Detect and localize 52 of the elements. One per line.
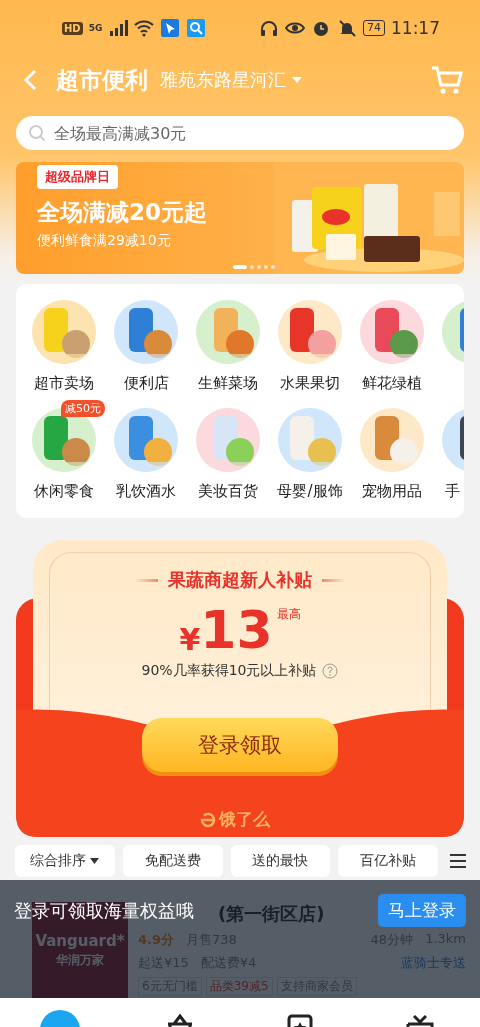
network-type: 5G bbox=[88, 23, 103, 33]
category-item[interactable]: 美妆百货 bbox=[187, 400, 269, 506]
discount-badge: 减50元 bbox=[61, 400, 105, 417]
promo-banner[interactable]: 超级品牌日 全场满减20元起 便利鲜食满29减10元 bbox=[16, 162, 464, 274]
category-item[interactable]: 生鲜菜场 bbox=[187, 292, 269, 398]
search-field[interactable]: 全场最高满减30元 bbox=[16, 116, 464, 150]
page-title: 超市便利 bbox=[56, 65, 148, 95]
filter-chip[interactable]: 送的最快 bbox=[230, 845, 331, 877]
search-app-icon bbox=[186, 19, 207, 37]
filter-chip[interactable]: 百亿补贴 bbox=[338, 845, 439, 877]
signal-icon bbox=[108, 19, 129, 37]
coupon-note: 90%几率获得10元以上补贴 bbox=[141, 662, 317, 680]
category-item[interactable]: 乳饮酒水 bbox=[105, 400, 187, 506]
menu-icon[interactable] bbox=[450, 854, 467, 868]
brand-logo-icon bbox=[199, 810, 217, 829]
currency-symbol: ¥ bbox=[179, 622, 201, 657]
caret-icon[interactable] bbox=[292, 76, 302, 84]
category-item[interactable]: 超市卖场 bbox=[23, 292, 105, 398]
carousel-dot[interactable] bbox=[250, 265, 254, 269]
hd-indicator: HD bbox=[62, 21, 83, 35]
headphones-icon bbox=[259, 19, 279, 37]
category-item[interactable]: 母婴/服饰 bbox=[269, 400, 351, 506]
help-icon[interactable] bbox=[322, 663, 339, 679]
store-rating: 4.9分 bbox=[138, 931, 175, 949]
promo-tag: 超级品牌日 bbox=[37, 165, 118, 189]
coupon-title: 果蔬商超新人补贴 bbox=[168, 568, 312, 592]
filter-chip[interactable]: 免配送费 bbox=[122, 845, 223, 877]
amount-note: 最高 bbox=[276, 606, 301, 623]
caret-icon bbox=[90, 858, 100, 864]
carousel-dot[interactable] bbox=[264, 265, 268, 269]
filter-chip[interactable]: 综合排序 bbox=[15, 845, 115, 877]
coupon-amount: 13 bbox=[200, 600, 273, 660]
login-prompt: 登录可领取海量权益哦 bbox=[14, 898, 194, 923]
category-item[interactable]: 鲜花绿植 bbox=[351, 292, 433, 398]
category-item[interactable]: 便利店 bbox=[105, 292, 187, 398]
cart-icon[interactable] bbox=[430, 65, 464, 95]
category-item[interactable]: 减50元 休闲零食 bbox=[23, 400, 105, 506]
navigation-app-icon bbox=[160, 19, 181, 37]
clock: 11:17 bbox=[391, 18, 440, 38]
banner-headline: 全场满减20元起 bbox=[37, 198, 207, 227]
category-item[interactable]: 水果果切 bbox=[269, 292, 351, 398]
banner-subline: 便利鲜食满29减10元 bbox=[37, 232, 171, 250]
search-icon bbox=[28, 124, 46, 142]
category-item[interactable]: 宠物用品 bbox=[351, 400, 433, 506]
category-item[interactable]: 手 bbox=[433, 400, 464, 506]
alarm-icon bbox=[311, 19, 331, 37]
carousel-dot[interactable] bbox=[257, 265, 261, 269]
carousel-dot[interactable] bbox=[271, 265, 275, 269]
battery-level: 74 bbox=[363, 20, 385, 36]
wifi-icon bbox=[134, 19, 155, 37]
brand-name: 饿了么 bbox=[219, 808, 270, 831]
mute-icon bbox=[337, 19, 357, 37]
